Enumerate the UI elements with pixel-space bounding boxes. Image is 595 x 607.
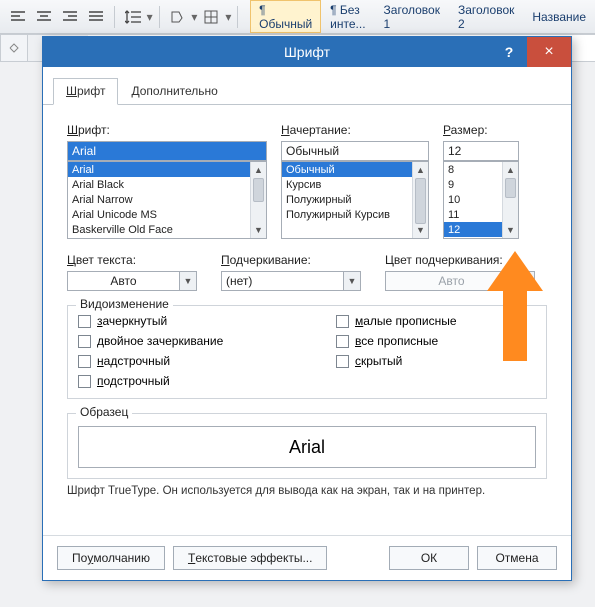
scroll-down-icon[interactable]: ▼ [413,222,428,238]
titlebar: Шрифт ? × [43,37,571,67]
dropdown-icon[interactable]: ▾ [147,10,153,24]
style-listbox[interactable]: Обычный Курсив Полужирный Полужирный Кур… [281,161,429,239]
tabs: Шрифт Дополнительно [43,67,571,105]
style-no-spacing[interactable]: ¶ Без инте... [321,0,374,33]
align-center-button[interactable] [32,5,56,29]
separator [159,6,160,28]
font-input[interactable]: Arial [67,141,267,161]
check-strikethrough[interactable]: зачеркнутый [78,314,223,328]
style-label: Начертание: [281,123,429,137]
list-item[interactable]: Arial [68,162,250,177]
list-item[interactable]: Полужирный [282,192,412,207]
scrollbar[interactable]: ▲ ▼ [412,162,428,238]
ruler-corner [0,34,28,62]
dropdown-icon[interactable]: ▾ [191,10,197,24]
ribbon: ▾ ▾ ▾ ¶ Обычный ¶ Без инте... Заголовок … [0,0,595,34]
close-button[interactable]: × [527,37,571,67]
check-subscript[interactable]: подстрочный [78,374,223,388]
tab-font[interactable]: Шрифт [53,78,118,105]
size-label: Размер: [443,123,519,137]
default-button[interactable]: По умолчанию [57,546,165,570]
text-effects-button[interactable]: Текстовые эффекты... [173,546,328,570]
scroll-thumb[interactable] [415,178,426,224]
underline-color-label: Цвет подчеркивания: [385,253,535,267]
scroll-up-icon[interactable]: ▲ [251,162,266,178]
list-item[interactable]: 9 [444,177,502,192]
scroll-thumb[interactable] [505,178,516,198]
scroll-down-icon[interactable]: ▼ [251,222,266,238]
font-label: Шрифт: [67,123,267,137]
list-item[interactable]: Курсив [282,177,412,192]
list-item[interactable]: Обычный [282,162,412,177]
help-button[interactable]: ? [491,37,527,67]
check-all-caps[interactable]: все прописные [336,334,536,348]
style-heading2[interactable]: Заголовок 2 [449,0,523,33]
chevron-down-icon[interactable]: ▼ [179,271,197,291]
list-item[interactable]: 10 [444,192,502,207]
check-double-strike[interactable]: двойное зачеркивание [78,334,223,348]
list-item[interactable]: Baskerville Old Face [68,222,250,237]
scrollbar[interactable]: ▲ ▼ [250,162,266,238]
shading-button[interactable] [165,5,189,29]
list-item[interactable]: Arial Narrow [68,192,250,207]
chevron-down-icon[interactable]: ▼ [343,271,361,291]
list-item[interactable]: Полужирный Курсив [282,207,412,222]
check-hidden[interactable]: скрытый [336,354,536,368]
style-input[interactable]: Обычный [281,141,429,161]
effects-group: Видоизменение зачеркнутый двойное зачерк… [67,305,547,399]
line-spacing-button[interactable] [121,5,145,29]
dialog-footer: По умолчанию Текстовые эффекты... ОК Отм… [43,535,571,580]
style-normal[interactable]: ¶ Обычный [250,0,321,33]
scrollbar[interactable]: ▲ ▼ [502,162,518,238]
font-listbox[interactable]: Arial Arial Black Arial Narrow Arial Uni… [67,161,267,239]
ok-button[interactable]: ОК [389,546,469,570]
cancel-button[interactable]: Отмена [477,546,557,570]
sample-preview: Arial [78,426,536,468]
dialog-body: Шрифт: Arial Arial Arial Black Arial Nar… [43,105,571,535]
styles-gallery: ¶ Обычный ¶ Без инте... Заголовок 1 Заго… [250,0,595,33]
font-hint: Шрифт TrueType. Он используется для выво… [67,485,547,497]
sample-group: Образец Arial [67,413,547,479]
dropdown-icon[interactable]: ▾ [225,10,231,24]
font-dialog: Шрифт ? × Шрифт Дополнительно Шрифт: Ari… [42,36,572,581]
underline-label: Подчеркивание: [221,253,361,267]
list-item[interactable]: 12 [444,222,502,237]
align-justify-button[interactable] [84,5,108,29]
style-title[interactable]: Название [523,0,595,33]
size-listbox[interactable]: 8 9 10 11 12 ▲ ▼ [443,161,519,239]
list-item[interactable]: Arial Black [68,177,250,192]
scroll-up-icon[interactable]: ▲ [413,162,428,178]
effects-legend: Видоизменение [76,297,173,311]
scroll-down-icon[interactable]: ▼ [503,222,518,238]
separator [114,6,115,28]
underline-combo[interactable]: (нет) ▼ [221,271,361,291]
list-item[interactable]: 8 [444,162,502,177]
check-superscript[interactable]: надстрочный [78,354,223,368]
align-right-button[interactable] [58,5,82,29]
color-combo[interactable]: Авто ▼ [67,271,197,291]
color-label: Цвет текста: [67,253,197,267]
list-item[interactable]: Arial Unicode MS [68,207,250,222]
borders-button[interactable] [199,5,223,29]
scroll-up-icon[interactable]: ▲ [503,162,518,178]
chevron-down-icon: ▼ [517,271,535,291]
align-left-button[interactable] [6,5,30,29]
underline-color-combo: Авто ▼ [385,271,535,291]
scroll-thumb[interactable] [253,178,264,202]
separator [237,6,238,28]
tab-advanced[interactable]: Дополнительно [118,78,230,105]
sample-legend: Образец [76,405,132,419]
style-heading1[interactable]: Заголовок 1 [375,0,449,33]
list-item[interactable]: 11 [444,207,502,222]
check-small-caps[interactable]: малые прописные [336,314,536,328]
size-input[interactable]: 12 [443,141,519,161]
